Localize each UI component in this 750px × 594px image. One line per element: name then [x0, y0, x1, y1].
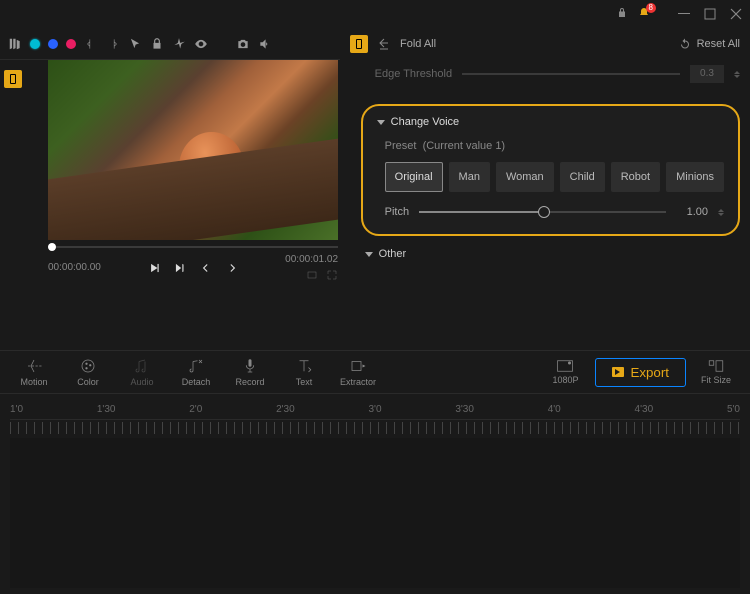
ruler-mark: 2'30 [276, 404, 295, 415]
ruler-mark: 5'0 [727, 404, 740, 415]
fit-size-button[interactable]: Fit Size [692, 359, 740, 385]
preset-original[interactable]: Original [385, 162, 443, 192]
collapse-icon[interactable] [378, 38, 390, 50]
lock-icon[interactable] [616, 7, 628, 22]
preset-robot[interactable]: Robot [611, 162, 660, 192]
timeline-ticks [10, 422, 740, 434]
snapshot-icon[interactable] [306, 269, 318, 281]
close-icon[interactable] [730, 8, 742, 20]
notification-icon[interactable] [638, 7, 650, 22]
change-voice-panel: Change Voice Preset (Current value 1) Or… [361, 104, 740, 236]
ruler-mark: 1'0 [10, 404, 23, 415]
motion-button[interactable]: Motion [10, 357, 58, 387]
text-button[interactable]: Text [280, 357, 328, 387]
cut-out-icon[interactable] [106, 37, 120, 51]
export-icon [612, 367, 624, 377]
record-button[interactable]: Record [226, 357, 274, 387]
ruler-mark: 1'30 [97, 404, 116, 415]
panel-toggle-icon[interactable] [350, 35, 368, 53]
play-end-icon[interactable] [173, 261, 187, 275]
pitch-slider[interactable] [419, 211, 666, 213]
preset-minions[interactable]: Minions [666, 162, 724, 192]
time-current: 00:00:00.00 [48, 262, 101, 273]
fullscreen-icon[interactable] [326, 269, 338, 281]
preset-current: (Current value 1) [423, 140, 506, 152]
maximize-icon[interactable] [704, 8, 716, 20]
library-icon[interactable] [8, 37, 22, 51]
play-icon[interactable] [147, 261, 161, 275]
time-duration: 00:00:01.02 [285, 254, 338, 265]
cursor-icon[interactable] [128, 37, 142, 51]
undo-icon [679, 38, 691, 50]
compass-icon[interactable] [172, 37, 186, 51]
edge-threshold-slider[interactable] [462, 73, 680, 75]
preset-woman[interactable]: Woman [496, 162, 554, 192]
preset-man[interactable]: Man [449, 162, 490, 192]
export-button[interactable]: Export [595, 358, 686, 387]
marker-cyan[interactable] [30, 39, 40, 49]
reset-all-button[interactable]: Reset All [679, 38, 740, 50]
edge-threshold-value[interactable]: 0.3 [690, 65, 724, 83]
pitch-value[interactable]: 1.00 [676, 206, 708, 218]
other-section-header[interactable]: Other [365, 248, 740, 260]
color-button[interactable]: Color [64, 357, 112, 387]
timeline-ruler[interactable]: 1'0 1'30 2'0 2'30 3'0 3'30 4'0 4'30 5'0 [10, 400, 740, 420]
fold-all-label[interactable]: Fold All [400, 38, 436, 50]
camera-icon[interactable] [236, 37, 250, 51]
volume-icon[interactable] [258, 37, 272, 51]
ruler-mark: 3'30 [455, 404, 474, 415]
extractor-button[interactable]: Extractor [334, 357, 382, 387]
titlebar [0, 0, 750, 28]
prev-frame-icon[interactable] [199, 261, 213, 275]
preset-label: Preset [385, 140, 417, 152]
preview-scrubber[interactable] [48, 246, 338, 248]
preset-child[interactable]: Child [560, 162, 605, 192]
edge-threshold-spinner[interactable] [734, 71, 740, 78]
ruler-mark: 3'0 [368, 404, 381, 415]
ruler-mark: 4'0 [548, 404, 561, 415]
cut-in-icon[interactable] [84, 37, 98, 51]
lock-tool-icon[interactable] [150, 37, 164, 51]
marker-magenta[interactable] [66, 39, 76, 49]
other-label: Other [379, 248, 407, 260]
ruler-mark: 4'30 [635, 404, 654, 415]
eye-icon[interactable] [194, 37, 208, 51]
detach-button[interactable]: Detach [172, 357, 220, 387]
marker-blue[interactable] [48, 39, 58, 49]
pitch-spinner[interactable] [718, 209, 724, 216]
quality-button[interactable]: 1080P [541, 359, 589, 385]
timeline-tracks[interactable] [10, 438, 740, 588]
pitch-label: Pitch [385, 206, 409, 218]
video-preview[interactable] [48, 60, 338, 240]
chevron-down-icon [365, 252, 373, 257]
reset-all-label: Reset All [697, 38, 740, 50]
audio-button: Audio [118, 357, 166, 387]
change-voice-title: Change Voice [391, 116, 460, 128]
chevron-down-icon[interactable] [377, 120, 385, 125]
edge-threshold-label: Edge Threshold [375, 68, 452, 80]
timeline[interactable]: 1'0 1'30 2'0 2'30 3'0 3'30 4'0 4'30 5'0 [0, 394, 750, 594]
minimize-icon[interactable] [678, 8, 690, 20]
ruler-mark: 2'0 [189, 404, 202, 415]
next-frame-icon[interactable] [225, 261, 239, 275]
